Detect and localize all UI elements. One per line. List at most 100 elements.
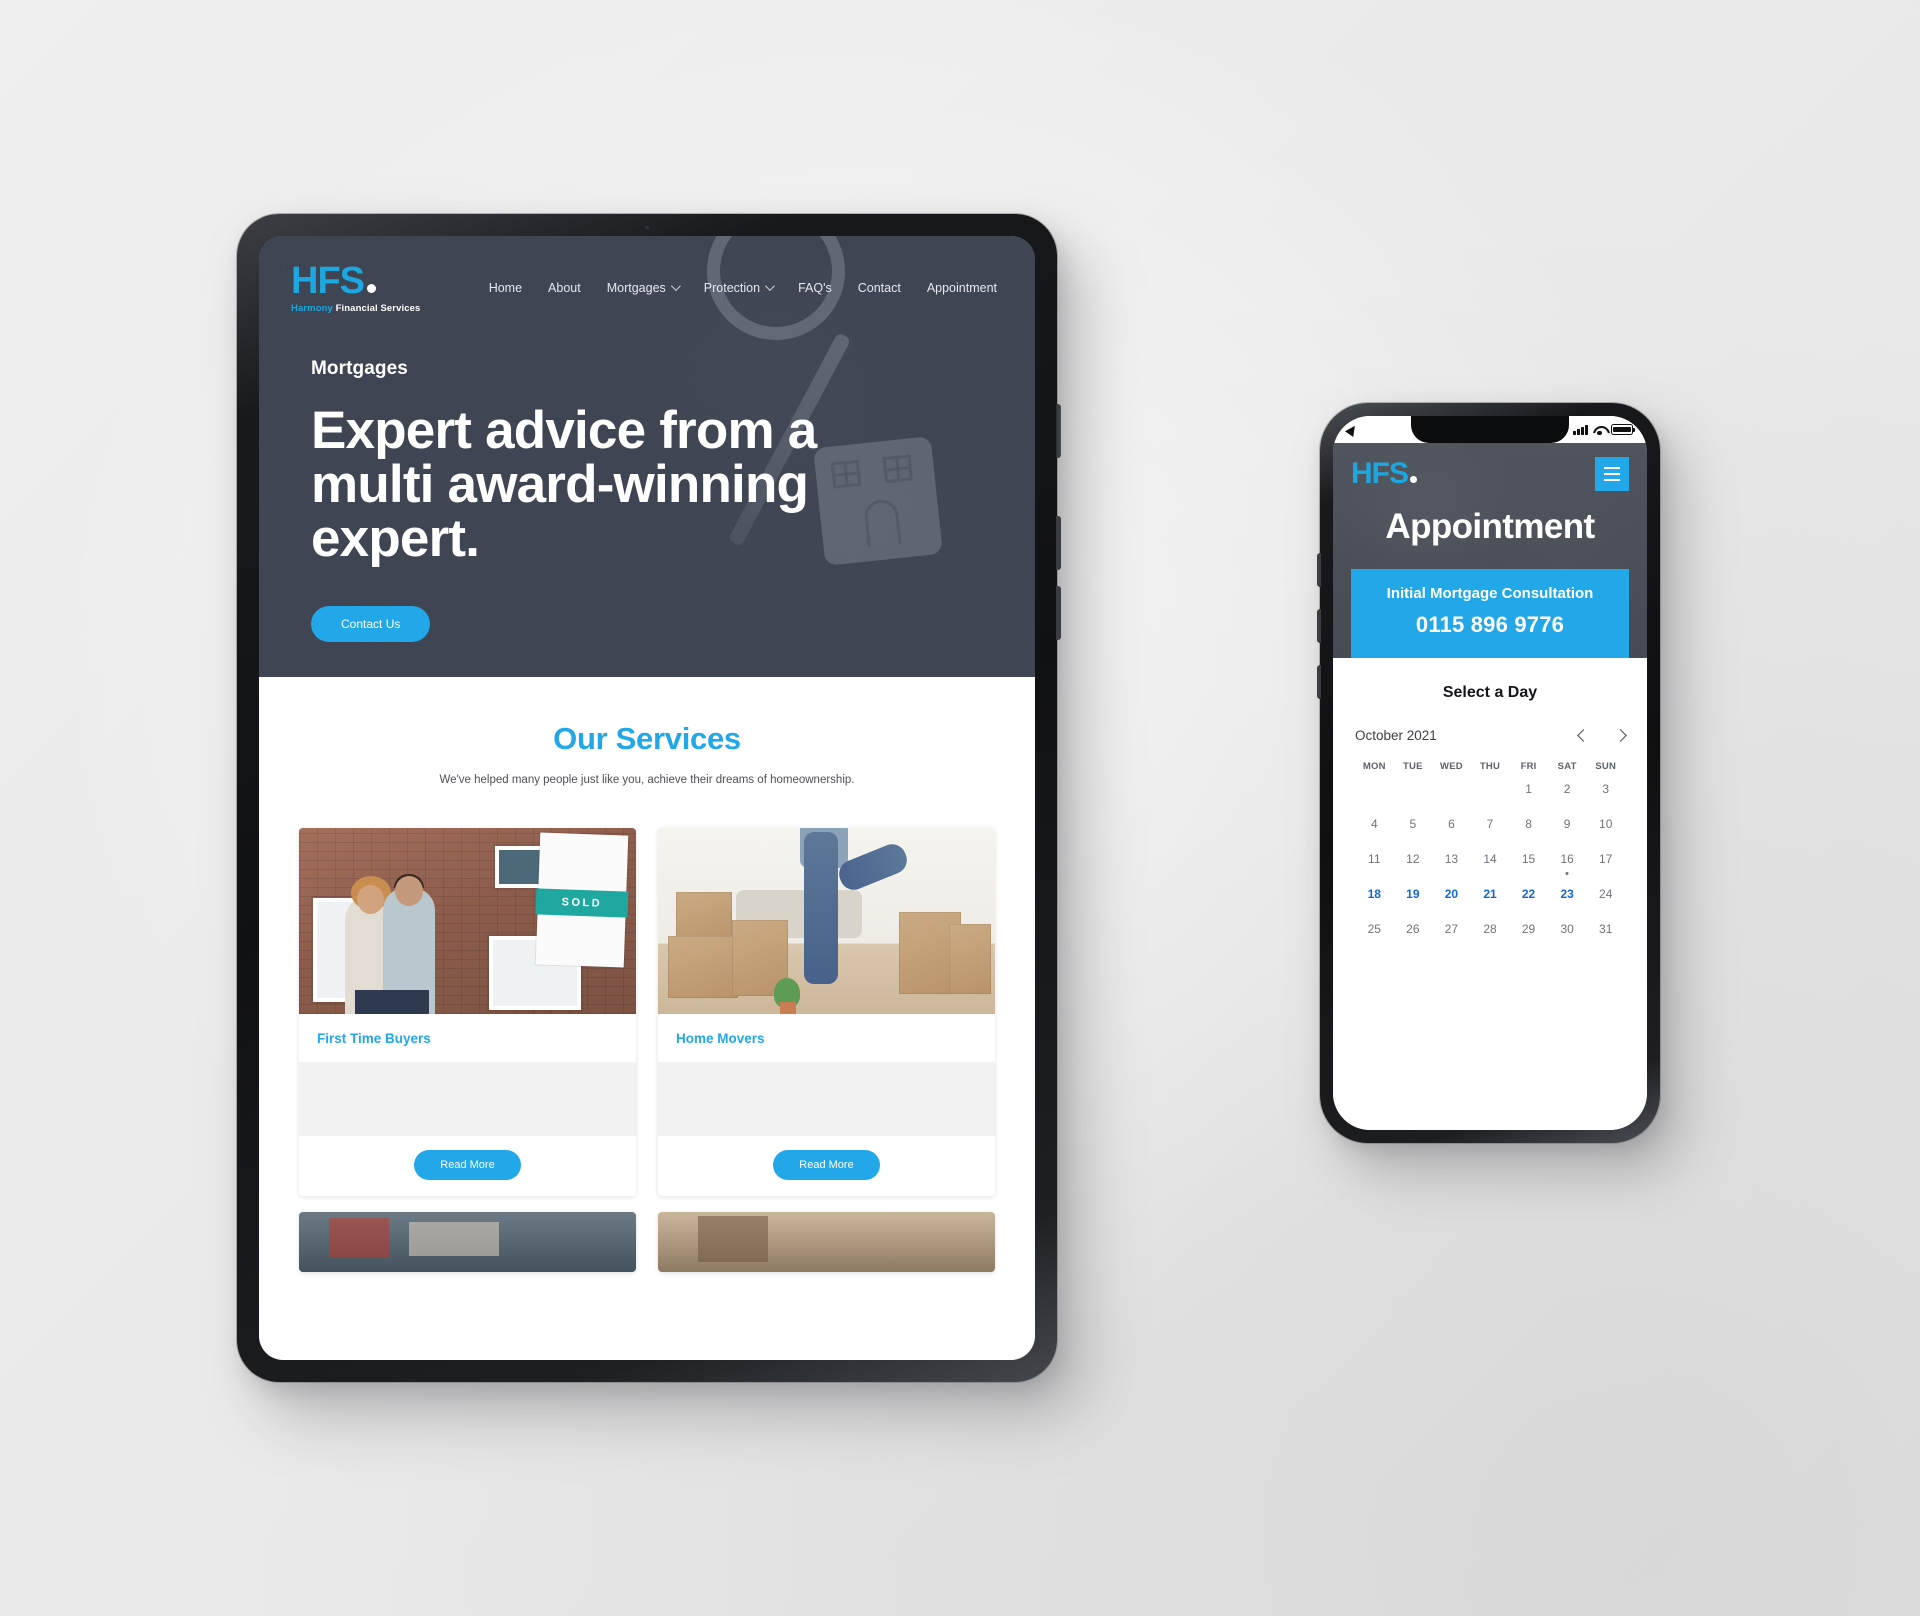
hero-eyebrow: Mortgages (311, 357, 408, 379)
nav-item-faqs[interactable]: FAQ's (798, 281, 832, 295)
phone-hero-section: HFS Appointment Initial Mortgage Consult… (1333, 443, 1647, 658)
calendar-day[interactable]: 5 (1394, 807, 1433, 842)
nav-item-mortgages[interactable]: Mortgages (606, 280, 681, 295)
nav-item-contact[interactable]: Contact (858, 281, 901, 295)
phone-topbar: HFS (1333, 457, 1647, 491)
hero-content: Mortgages Expert advice from a multi awa… (259, 314, 1035, 642)
home-movers-image (658, 828, 995, 1014)
nav-label: FAQ's (798, 280, 832, 295)
calendar-day[interactable]: 1 (1509, 772, 1548, 807)
calendar-day[interactable]: 24 (1586, 877, 1625, 912)
calendar-day[interactable]: 6 (1432, 807, 1471, 842)
page-title: Appointment (1385, 507, 1595, 546)
nav-label: Contact (857, 280, 901, 295)
calendar-day[interactable]: 12 (1394, 842, 1433, 877)
phone-device: HFS Appointment Initial Mortgage Consult… (1317, 403, 1660, 1143)
hero-title: Expert advice from a multi award-winning… (311, 400, 817, 568)
calendar-day[interactable]: 28 (1471, 912, 1510, 947)
calendar-day[interactable]: 8 (1509, 807, 1548, 842)
nav-item-home[interactable]: Home (489, 281, 522, 295)
battery-icon (1611, 424, 1636, 435)
read-more-button[interactable]: Read More (773, 1150, 880, 1180)
nav-item-appointment[interactable]: Appointment (927, 281, 997, 295)
tablet-navbar: HFS Harmony Financial Services Home Abou… (259, 236, 1035, 314)
service-card[interactable]: SOLD First Time Buyers Read More (299, 828, 636, 1196)
hamburger-menu-icon[interactable] (1595, 457, 1629, 491)
our-services-section: Our Services We've helped many people ju… (259, 677, 1035, 1272)
service-card-partial[interactable] (299, 1212, 636, 1272)
logo-dot-icon (367, 284, 376, 293)
calendar-nav (1577, 729, 1627, 742)
calendar-week-row: 25 26 27 28 29 30 31 (1355, 912, 1625, 947)
person-decoration (355, 990, 429, 1014)
service-card-partial[interactable] (658, 1212, 995, 1272)
calendar-day[interactable]: 16 (1548, 842, 1587, 877)
calendar-day[interactable]: 4 (1355, 807, 1394, 842)
phone-site-logo[interactable]: HFS (1351, 457, 1417, 491)
consultation-phone-number[interactable]: 0115 896 9776 (1361, 612, 1619, 638)
calendar-day[interactable]: 11 (1355, 842, 1394, 877)
tablet-device: HFS Harmony Financial Services Home Abou… (237, 214, 1061, 1382)
calendar-day[interactable]: 17 (1586, 842, 1625, 877)
card-body-spacer (299, 1062, 636, 1136)
calendar-day[interactable]: 26 (1394, 912, 1433, 947)
calendar-day[interactable]: 19 (1394, 877, 1433, 912)
calendar-widget: October 2021 MON TUE WED THU FRI SAT SUN… (1333, 728, 1647, 947)
calendar-day[interactable]: 29 (1509, 912, 1548, 947)
calendar-day[interactable]: 7 (1471, 807, 1510, 842)
nav-item-about[interactable]: About (548, 281, 581, 295)
person-decoration (804, 832, 838, 984)
location-arrow-icon (1345, 422, 1359, 437)
calendar-day[interactable]: 21 (1471, 877, 1510, 912)
nav-label: Appointment (926, 280, 997, 295)
nav-item-protection[interactable]: Protection (703, 280, 775, 295)
calendar-day[interactable]: 18 (1355, 877, 1394, 912)
contact-us-button[interactable]: Contact Us (311, 605, 431, 642)
calendar-day[interactable]: 22 (1509, 877, 1548, 912)
calendar-week-row: 4 5 6 7 8 9 10 (1355, 807, 1625, 842)
day-header: SUN (1595, 761, 1617, 772)
calendar-day[interactable]: 20 (1432, 877, 1471, 912)
calendar-day[interactable]: 31 (1586, 912, 1625, 947)
calendar-day[interactable]: 2 (1548, 772, 1587, 807)
calendar-day[interactable]: 10 (1586, 807, 1625, 842)
sold-sign: SOLD (535, 832, 629, 968)
calendar-week-row: 11 12 13 14 15 16 17 (1355, 842, 1625, 877)
consultation-label: Initial Mortgage Consultation (1386, 585, 1594, 602)
chevron-right-icon[interactable] (1614, 729, 1627, 742)
calendar-day[interactable]: 27 (1432, 912, 1471, 947)
calendar-day[interactable]: 25 (1355, 912, 1394, 947)
nav-label: Mortgages (606, 280, 666, 295)
chevron-left-icon[interactable] (1577, 729, 1590, 742)
card-header: First Time Buyers (299, 1014, 636, 1062)
calendar-day-headers: MON TUE WED THU FRI SAT SUN (1355, 761, 1625, 772)
status-bar-left (1345, 422, 1359, 437)
cellular-bars-icon (1573, 425, 1588, 435)
read-more-button[interactable]: Read More (414, 1150, 521, 1180)
card-body-spacer (658, 1062, 995, 1136)
calendar-day[interactable]: 15 (1509, 842, 1548, 877)
card-header: Home Movers (658, 1014, 995, 1062)
site-logo[interactable]: HFS Harmony Financial Services (291, 262, 420, 314)
calendar-week-row: 123 (1355, 772, 1625, 807)
service-card[interactable]: Home Movers Read More (658, 828, 995, 1196)
calendar-day[interactable]: 30 (1548, 912, 1587, 947)
services-heading: Our Services (553, 721, 741, 756)
moving-box-decoration (668, 936, 738, 998)
day-header: FRI (1520, 761, 1537, 772)
nav-label: Protection (703, 280, 761, 295)
calendar-day[interactable]: 14 (1471, 842, 1510, 877)
calendar-day[interactable]: 13 (1432, 842, 1471, 877)
card-title: First Time Buyers (317, 1031, 431, 1046)
phone-screen: HFS Appointment Initial Mortgage Consult… (1333, 416, 1647, 1130)
nav-label: About (548, 280, 581, 295)
logo-subtitle-rest: Financial Services (335, 303, 421, 314)
calendar-day[interactable]: 9 (1548, 807, 1587, 842)
plant-pot-decoration (780, 1002, 796, 1014)
calendar-day[interactable]: 3 (1586, 772, 1625, 807)
chevron-down-icon (765, 281, 775, 292)
calendar-day-empty (1394, 772, 1433, 807)
services-subheading: We've helped many people just like you, … (439, 774, 855, 786)
calendar-day[interactable]: 23 (1548, 877, 1587, 912)
tablet-hero-section: HFS Harmony Financial Services Home Abou… (259, 236, 1035, 677)
